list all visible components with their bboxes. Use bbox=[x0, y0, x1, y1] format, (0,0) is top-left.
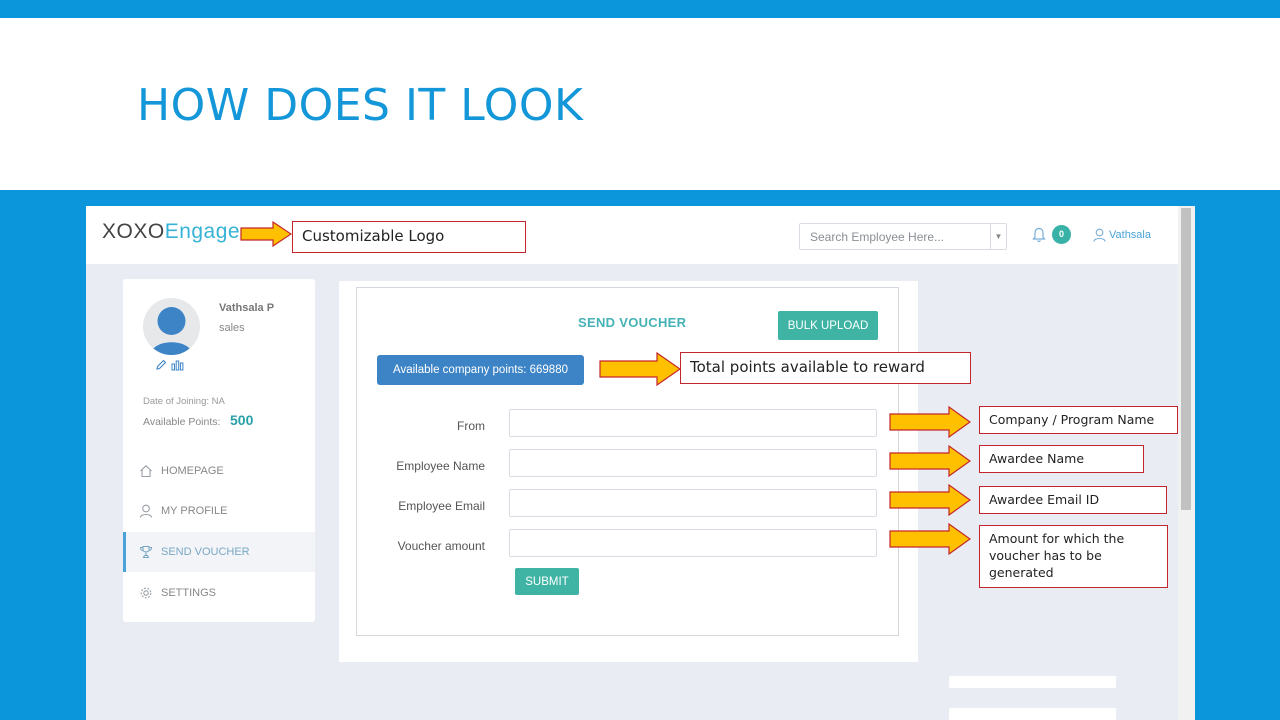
profile-department: sales bbox=[219, 322, 245, 334]
sidebar-item-label: MY PROFILE bbox=[161, 505, 228, 517]
user-icon bbox=[139, 504, 153, 518]
bulk-upload-button[interactable]: BULK UPLOAD bbox=[778, 311, 878, 340]
trophy-icon bbox=[139, 545, 153, 559]
app-logo[interactable]: XOXOEngage bbox=[102, 220, 240, 244]
callout-arrow-icon bbox=[889, 406, 971, 438]
callout-email: Awardee Email ID bbox=[979, 486, 1167, 514]
profile-name: Vathsala P bbox=[219, 302, 275, 314]
sidebar-item-send-voucher[interactable]: SEND VOUCHER bbox=[123, 532, 315, 572]
avatar-silhouette-icon bbox=[151, 307, 192, 355]
available-points-value: 500 bbox=[230, 412, 254, 428]
bell-icon[interactable] bbox=[1032, 227, 1046, 243]
sidebar-item-label: SETTINGS bbox=[161, 587, 217, 599]
sidebar-item-my-profile[interactable]: MY PROFILE bbox=[123, 491, 315, 531]
logo-part-engage: Engage bbox=[164, 220, 241, 243]
callout-arrow-icon bbox=[889, 523, 971, 555]
sidebar-item-label: HOMEPAGE bbox=[161, 465, 224, 477]
logo-part-xoxo: XOXO bbox=[102, 220, 165, 243]
user-icon bbox=[1093, 228, 1106, 242]
callout-from: Company / Program Name bbox=[979, 406, 1178, 434]
employee-name-input[interactable] bbox=[509, 449, 877, 477]
callout-amount: Amount for which the voucher has to be g… bbox=[979, 525, 1168, 588]
employee-name-label: Employee Name bbox=[396, 459, 485, 473]
submit-button[interactable]: SUBMIT bbox=[515, 568, 579, 595]
sidebar-item-settings[interactable]: SETTINGS bbox=[123, 573, 315, 613]
edit-pencil-icon[interactable] bbox=[155, 359, 167, 371]
employee-email-label: Employee Email bbox=[398, 499, 485, 513]
callout-logo: Customizable Logo bbox=[292, 221, 526, 253]
from-label: From bbox=[457, 419, 485, 433]
scrollbar-thumb[interactable] bbox=[1181, 208, 1191, 510]
notification-count-badge[interactable]: 0 bbox=[1052, 225, 1071, 244]
callout-arrow-icon bbox=[599, 352, 681, 386]
sidebar-item-homepage[interactable]: HOMEPAGE bbox=[123, 451, 315, 491]
avatar bbox=[143, 298, 200, 355]
date-of-joining: Date of Joining: NA bbox=[143, 396, 225, 407]
callout-name: Awardee Name bbox=[979, 445, 1144, 473]
callout-arrow-icon bbox=[889, 445, 971, 477]
sidebar-item-label: SEND VOUCHER bbox=[161, 546, 250, 558]
gear-icon bbox=[140, 587, 152, 599]
slide-title: HOW DOES IT LOOK bbox=[137, 80, 584, 131]
company-points-button[interactable]: Available company points: 669880 bbox=[377, 355, 584, 385]
bar-chart-icon[interactable] bbox=[171, 359, 184, 371]
side-widget-placeholder bbox=[949, 708, 1116, 720]
callout-arrow-icon bbox=[889, 484, 971, 516]
from-input[interactable] bbox=[509, 409, 877, 437]
scrollbar[interactable] bbox=[1178, 206, 1195, 720]
main-panel: SEND VOUCHER BULK UPLOAD Available compa… bbox=[339, 281, 918, 662]
top-stripe bbox=[0, 0, 1280, 18]
voucher-amount-input[interactable] bbox=[509, 529, 877, 557]
voucher-amount-label: Voucher amount bbox=[397, 539, 485, 553]
form-title: SEND VOUCHER bbox=[578, 315, 687, 330]
chevron-down-icon[interactable]: ▼ bbox=[990, 224, 1006, 249]
home-icon bbox=[140, 465, 152, 478]
send-voucher-form: SEND VOUCHER BULK UPLOAD Available compa… bbox=[356, 287, 899, 636]
employee-email-input[interactable] bbox=[509, 489, 877, 517]
profile-sidebar: Vathsala P sales Date of Joining: NA Ava… bbox=[123, 279, 315, 622]
employee-search: ▼ bbox=[799, 223, 1007, 250]
side-widget-placeholder bbox=[949, 676, 1116, 688]
user-menu-link[interactable]: Vathsala bbox=[1109, 229, 1151, 241]
callout-arrow-icon bbox=[240, 221, 292, 247]
employee-search-input[interactable] bbox=[800, 224, 990, 249]
callout-points: Total points available to reward bbox=[680, 352, 971, 384]
available-points-label: Available Points: bbox=[143, 416, 221, 428]
